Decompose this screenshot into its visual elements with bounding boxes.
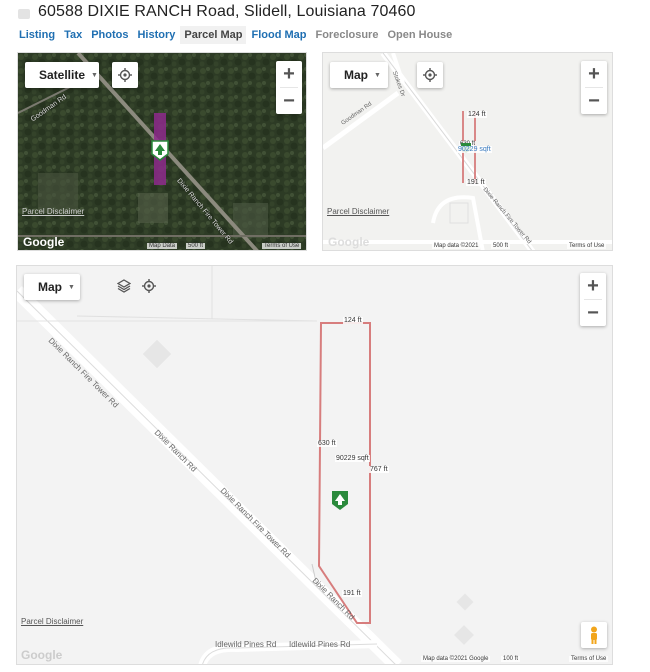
road-label-idlewild-2: Idlewild Pines Rd [289,640,351,649]
tab-bar: Listing Tax Photos History Parcel Map Fl… [15,26,457,44]
dimension-area: 90229 sqft [457,146,492,153]
map-tiles [17,266,474,664]
map-type-select[interactable]: Map ▼ [330,62,388,88]
google-logo: Google [23,235,65,249]
pegman-icon[interactable] [581,622,607,648]
caret-down-icon: ▼ [91,71,98,79]
property-address: 60588 DIXIE RANCH Road, Slidell, Louisia… [38,3,416,20]
zoom-control: + − [580,273,606,326]
google-logo: Google [21,648,63,662]
dimension-area: 90229 sqft [335,455,370,462]
locate-icon [423,68,437,82]
locate-button[interactable] [112,62,138,88]
map-scale: 100 ft [501,656,521,662]
zoom-control: + − [276,61,302,114]
page-header: 60588 DIXIE RANCH Road, Slidell, Louisia… [18,2,415,22]
dimension-bottom: 191 ft [466,179,486,186]
parcel-marker-icon[interactable] [150,139,170,161]
tab-history[interactable]: History [133,26,179,44]
parcel-detail-map[interactable]: Dixie Ranch Fire Tower Rd Dixie Ranch Rd… [16,265,613,665]
zoom-control: + − [581,61,607,114]
parcel-disclaimer-link[interactable]: Parcel Disclaimer [327,207,389,216]
dimension-top: 124 ft [467,111,487,118]
zoom-out-button[interactable]: − [581,88,607,114]
map-type-label: Map [344,68,368,82]
tab-parcel-map[interactable]: Parcel Map [180,26,247,44]
caret-down-icon: ▼ [68,283,75,291]
map-type-label: Map [38,280,62,294]
dimension-bottom: 191 ft [342,590,362,597]
map-type-select[interactable]: Satellite ▼ [25,62,99,88]
zoom-in-button[interactable]: + [581,61,607,87]
locate-icon [142,279,156,293]
terms-of-use-link[interactable]: Terms of Use [567,243,607,249]
tab-tax[interactable]: Tax [60,26,86,44]
road-label-idlewild-1: Idlewild Pines Rd [215,640,277,649]
map-attribution[interactable]: Map Data [147,243,178,249]
map-type-label: Satellite [39,68,86,82]
map-scale: 500 ft [491,243,511,249]
terms-of-use-link[interactable]: Terms of Use [262,243,302,249]
tab-flood-map[interactable]: Flood Map [247,26,310,44]
map-scale: 500 ft [186,243,206,249]
parcel-disclaimer-link[interactable]: Parcel Disclaimer [21,617,83,626]
tab-photos[interactable]: Photos [87,26,132,44]
zoom-in-button[interactable]: + [276,61,302,87]
zoom-in-button[interactable]: + [580,273,606,299]
tab-open-house[interactable]: Open House [383,26,456,44]
locate-icon [118,68,132,82]
layers-button[interactable] [113,275,135,297]
layers-icon [117,279,131,293]
parcel-disclaimer-link[interactable]: Parcel Disclaimer [22,207,84,216]
map-attribution[interactable]: Map data ©2021 [432,243,481,249]
dimension-left: 630 ft [317,440,337,447]
zoom-out-button[interactable]: − [580,300,606,326]
map-type-select[interactable]: Map ▼ [24,274,80,300]
map-attribution[interactable]: Map data ©2021 Google [421,656,491,662]
home-icon [18,9,30,19]
satellite-map[interactable]: Goodman Rd Dixie Ranch Fire Tower Rd Sat… [17,52,307,251]
tab-listing[interactable]: Listing [15,26,59,44]
caret-down-icon: ▼ [374,71,381,79]
parcel-marker-icon[interactable] [330,489,350,511]
locate-button[interactable] [417,62,443,88]
dimension-right: 767 ft [369,466,389,473]
locate-button[interactable] [138,275,160,297]
terms-of-use-link[interactable]: Terms of Use [569,656,609,662]
google-logo: Google [328,235,370,249]
tab-foreclosure[interactable]: Foreclosure [311,26,382,44]
dimension-top: 124 ft [343,317,363,324]
zoom-out-button[interactable]: − [276,88,302,114]
parcel-overview-map[interactable]: Goodman Rd Stokes Dr Dixie Ranch Fire To… [322,52,613,251]
